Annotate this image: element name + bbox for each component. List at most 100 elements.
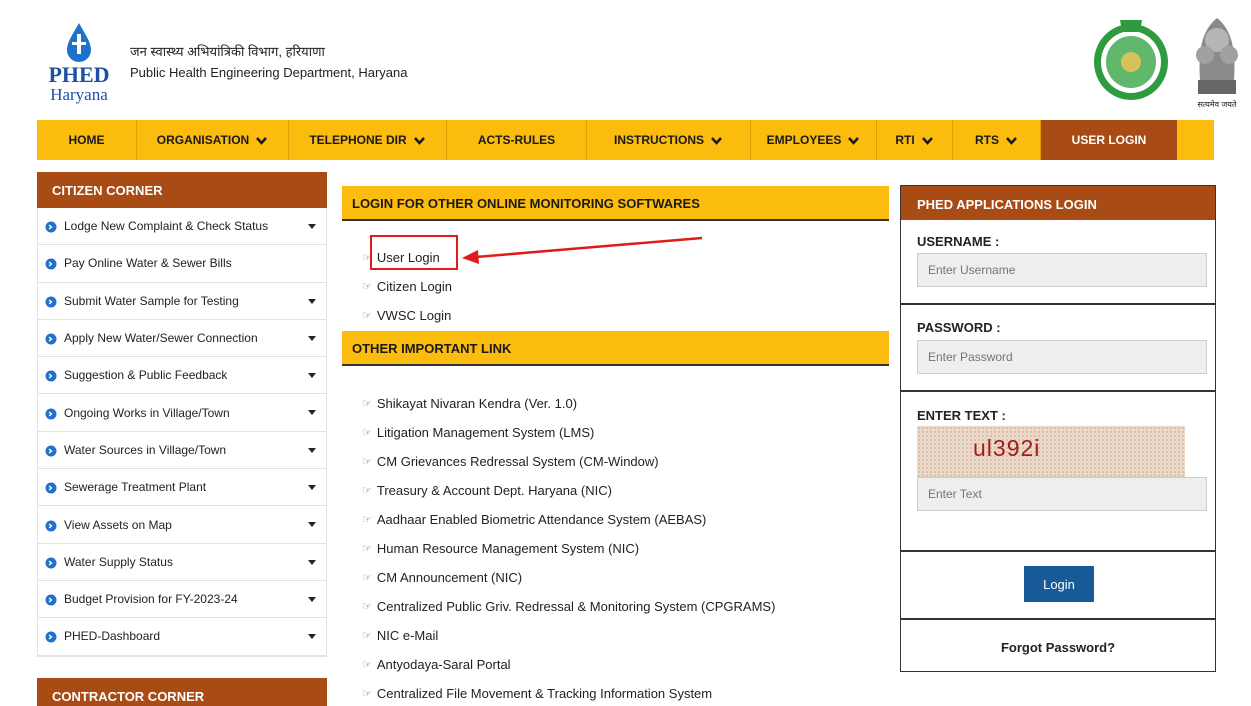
chevron-down-icon: [1006, 136, 1017, 145]
nav-user-login[interactable]: USER LOGIN: [1041, 120, 1177, 160]
circle-arrow-icon: [45, 482, 57, 494]
list-item[interactable]: Suggestion & Public Feedback: [38, 357, 326, 395]
captcha-input[interactable]: [917, 477, 1207, 511]
pointing-hand-icon: ☞: [362, 310, 372, 322]
nav-filler: [1177, 120, 1214, 160]
list-item[interactable]: Apply New Water/Sewer Connection: [38, 320, 326, 358]
national-emblem-icon: [1196, 18, 1238, 94]
divider: [901, 390, 1215, 392]
citizen-corner-list: Lodge New Complaint & Check Status Pay O…: [37, 208, 327, 657]
divider: [901, 618, 1215, 620]
forgot-password-link[interactable]: Forgot Password?: [901, 640, 1215, 655]
circle-arrow-icon: [45, 333, 57, 345]
important-link[interactable]: ☞ Human Resource Management System (NIC): [362, 541, 639, 556]
dropdown-icon: [308, 559, 316, 565]
chevron-down-icon: [711, 136, 722, 145]
important-link[interactable]: ☞ Centralized Public Griv. Redressal & Mo…: [362, 599, 775, 614]
divider: [901, 303, 1215, 305]
main-nav: HOME ORGANISATION TELEPHONE DIR ACTS-RUL…: [37, 120, 1214, 160]
username-label: USERNAME :: [917, 234, 1000, 249]
important-link[interactable]: ☞ Litigation Management System (LMS): [362, 425, 594, 440]
list-item[interactable]: Ongoing Works in Village/Town: [38, 394, 326, 432]
water-drop-icon: [67, 23, 91, 62]
dropdown-icon: [308, 596, 316, 602]
dropdown-icon: [308, 298, 316, 304]
dept-name-english: Public Health Engineering Department, Ha…: [130, 65, 408, 80]
dropdown-icon: [308, 224, 316, 229]
nav-rti[interactable]: RTI: [877, 120, 953, 160]
vwsc-login-link[interactable]: ☞ VWSC Login: [362, 308, 451, 323]
dropdown-icon: [308, 373, 316, 379]
captcha-text: ul392i: [973, 435, 1041, 461]
list-item[interactable]: PHED-Dashboard: [38, 618, 326, 656]
captcha-image: ul392i: [917, 426, 1185, 478]
important-link[interactable]: ☞ Centralized File Movement & Tracking In…: [362, 686, 712, 701]
dept-name-hindi: जन स्वास्थ्य अभियांत्रिकी विभाग, हरियाणा: [130, 44, 325, 59]
list-item[interactable]: Pay Online Water & Sewer Bills: [38, 245, 326, 283]
nav-telephone-dir[interactable]: TELEPHONE DIR: [289, 120, 447, 160]
list-item[interactable]: Budget Provision for FY-2023-24: [38, 581, 326, 619]
list-item[interactable]: View Assets on Map: [38, 506, 326, 544]
list-item[interactable]: Sewerage Treatment Plant: [38, 469, 326, 507]
pointing-hand-icon: ☞: [362, 688, 372, 700]
nav-home[interactable]: HOME: [37, 120, 137, 160]
pointing-hand-icon: ☞: [362, 543, 372, 555]
circle-arrow-icon: [45, 221, 57, 233]
dropdown-icon: [308, 410, 316, 416]
online-monitoring-title: LOGIN FOR OTHER ONLINE MONITORING SOFTWA…: [342, 186, 889, 221]
password-input[interactable]: [917, 340, 1207, 374]
circle-arrow-icon: [45, 258, 57, 270]
pointing-hand-icon: ☞: [362, 630, 372, 642]
chevron-down-icon: [413, 136, 425, 145]
circle-arrow-icon: [45, 557, 57, 569]
circle-arrow-icon: [45, 445, 57, 457]
citizen-login-link[interactable]: ☞ Citizen Login: [362, 279, 452, 294]
contractor-corner-title: CONTRACTOR CORNER: [37, 678, 327, 706]
important-link[interactable]: ☞ Treasury & Account Dept. Haryana (NIC): [362, 483, 612, 498]
login-panel-title: PHED APPLICATIONS LOGIN: [901, 186, 1215, 220]
important-link[interactable]: ☞ Aadhaar Enabled Biometric Attendance Sy…: [362, 512, 706, 527]
chevron-down-icon: [921, 136, 933, 145]
username-input[interactable]: [917, 253, 1207, 287]
pointing-hand-icon: ☞: [362, 514, 372, 526]
highlight-box: [370, 235, 458, 270]
circle-arrow-icon: [45, 594, 57, 606]
nav-instructions[interactable]: INSTRUCTIONS: [587, 120, 751, 160]
nav-employees[interactable]: EMPLOYEES: [751, 120, 877, 160]
circle-arrow-icon: [45, 408, 57, 420]
pointing-hand-icon: ☞: [362, 456, 372, 468]
pointing-hand-icon: ☞: [362, 485, 372, 497]
dropdown-icon: [308, 447, 316, 453]
list-item[interactable]: Submit Water Sample for Testing: [38, 283, 326, 320]
circle-arrow-icon: [45, 296, 57, 308]
important-link[interactable]: ☞ CM Grievances Redressal System (CM-Wind…: [362, 454, 659, 469]
list-item[interactable]: Lodge New Complaint & Check Status: [38, 208, 326, 246]
phed-logo[interactable]: PHED Haryana: [33, 22, 125, 106]
nav-organisation[interactable]: ORGANISATION: [137, 120, 289, 160]
circle-arrow-icon: [45, 520, 57, 532]
chevron-down-icon: [256, 136, 268, 145]
important-link[interactable]: ☞ Shikayat Nivaran Kendra (Ver. 1.0): [362, 396, 577, 411]
captcha-label: ENTER TEXT :: [917, 408, 1006, 423]
important-link[interactable]: ☞ Antyodaya-Saral Portal: [362, 657, 511, 672]
important-link[interactable]: ☞ CM Announcement (NIC): [362, 570, 522, 585]
login-button[interactable]: Login: [1024, 566, 1094, 602]
citizen-corner-title: CITIZEN CORNER: [37, 172, 327, 208]
circle-arrow-icon: [45, 631, 57, 643]
important-link[interactable]: ☞ NIC e-Mail: [362, 628, 438, 643]
dropdown-icon: [308, 335, 316, 341]
red-arrow-icon: [462, 236, 703, 264]
circle-arrow-icon: [45, 370, 57, 382]
citizen-corner: CITIZEN CORNER Lodge New Complaint & Che…: [37, 172, 327, 657]
pointing-hand-icon: ☞: [362, 659, 372, 671]
list-item[interactable]: Water Sources in Village/Town: [38, 432, 326, 470]
password-label: PASSWORD :: [917, 320, 1001, 335]
login-panel: PHED APPLICATIONS LOGIN USERNAME : PASSW…: [900, 185, 1216, 672]
list-item[interactable]: Water Supply Status: [38, 544, 326, 581]
pointing-hand-icon: ☞: [362, 601, 372, 613]
pointing-hand-icon: ☞: [362, 572, 372, 584]
nav-rts[interactable]: RTS: [953, 120, 1041, 160]
dropdown-icon: [308, 522, 316, 528]
site-header: PHED Haryana जन स्वास्थ्य अभियांत्रिकी व…: [0, 0, 1251, 120]
nav-acts-rules[interactable]: ACTS-RULES: [447, 120, 587, 160]
